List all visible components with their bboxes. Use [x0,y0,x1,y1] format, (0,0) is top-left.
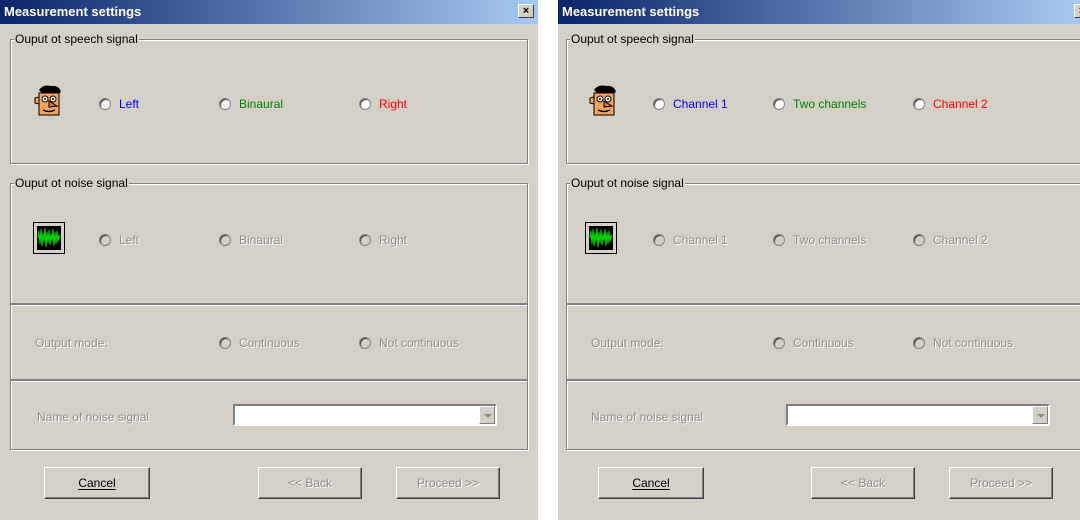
noise-radio-right[interactable]: Right [359,233,407,247]
speech-radio-two-channels[interactable]: Two channels [773,97,866,111]
speech-radio-channel-2[interactable]: Channel 2 [913,97,988,111]
noise-name-label: Name of noise signal [37,410,150,424]
close-button[interactable]: × [518,4,534,18]
noise-signal-group: Ouput ot noise signal Channel 1 Two chan… [566,176,1080,304]
back-button[interactable]: << Back [258,467,362,499]
radio-button-icon [99,98,111,110]
radio-button-icon [359,337,371,349]
speech-group-legend: Ouput ot speech signal [14,32,139,46]
radio-button-icon [653,234,665,246]
noise-name-dropdown[interactable] [233,404,497,426]
title-bar[interactable]: Measurement settings × [0,0,538,24]
back-button[interactable]: << Back [811,467,915,499]
cancel-button[interactable]: Cancel [598,467,704,499]
radio-button-icon [359,234,371,246]
title-bar[interactable]: Measurement settings × [558,0,1080,24]
radio-button-icon [773,98,785,110]
radio-button-icon [359,98,371,110]
output-mode-label: Output mode: [591,336,664,350]
radio-button-icon [773,234,785,246]
noise-signal-group: Ouput ot noise signal Left Binaural Righ… [10,176,528,304]
radio-button-icon [653,98,665,110]
noise-radio-channel-2[interactable]: Channel 2 [913,233,988,247]
dropdown-arrow-icon[interactable] [1032,406,1048,424]
output-mode-not-continuous-radio[interactable]: Not continuous [359,336,459,350]
noise-name-section: Name of noise signal [566,380,1080,450]
noise-name-dropdown[interactable] [786,404,1050,426]
cancel-button[interactable]: Cancel [44,467,150,499]
noise-radio-binaural[interactable]: Binaural [219,233,283,247]
dropdown-arrow-icon[interactable] [479,406,495,424]
dialog-title: Measurement settings [4,4,142,19]
radio-button-icon [99,234,111,246]
speaker-face-icon [589,85,616,116]
speech-radio-channel-1[interactable]: Channel 1 [653,97,728,111]
radio-button-icon [219,98,231,110]
output-mode-section: Output mode: Continuous Not continuous [10,304,528,380]
speaker-face-icon [34,85,61,116]
noise-name-label: Name of noise signal [591,410,704,424]
radio-button-icon [913,337,925,349]
radio-button-icon [913,234,925,246]
output-mode-not-continuous-radio[interactable]: Not continuous [913,336,1013,350]
speech-group-legend: Ouput ot speech signal [570,32,695,46]
noise-name-section: Name of noise signal [10,380,528,450]
radio-button-icon [219,337,231,349]
noise-radio-left[interactable]: Left [99,233,139,247]
noise-radio-channel-1[interactable]: Channel 1 [653,233,728,247]
output-mode-continuous-radio[interactable]: Continuous [219,336,300,350]
speech-radio-right[interactable]: Right [359,97,407,111]
radio-button-icon [773,337,785,349]
noise-waveform-icon [585,222,617,254]
noise-radio-two-channels[interactable]: Two channels [773,233,866,247]
output-mode-section: Output mode: Continuous Not continuous [566,304,1080,380]
radio-button-icon [219,234,231,246]
noise-group-legend: Ouput ot noise signal [14,176,129,190]
radio-button-icon [913,98,925,110]
proceed-button[interactable]: Proceed >> [396,467,500,499]
speech-signal-group: Ouput ot speech signal Channel 1 Two cha… [566,32,1080,164]
close-button[interactable]: × [1074,4,1080,18]
noise-waveform-icon [33,222,65,254]
speech-signal-group: Ouput ot speech signal Left Binaural Rig… [10,32,528,164]
measurement-settings-dialog-2: Measurement settings × Ouput ot speech s… [558,0,1080,520]
proceed-button[interactable]: Proceed >> [949,467,1053,499]
speech-radio-left[interactable]: Left [99,97,139,111]
noise-group-legend: Ouput ot noise signal [570,176,685,190]
output-mode-continuous-radio[interactable]: Continuous [773,336,854,350]
measurement-settings-dialog-1: Measurement settings × Ouput ot speech s… [0,0,538,520]
output-mode-label: Output mode: [35,336,108,350]
dialog-title: Measurement settings [562,4,700,19]
speech-radio-binaural[interactable]: Binaural [219,97,283,111]
